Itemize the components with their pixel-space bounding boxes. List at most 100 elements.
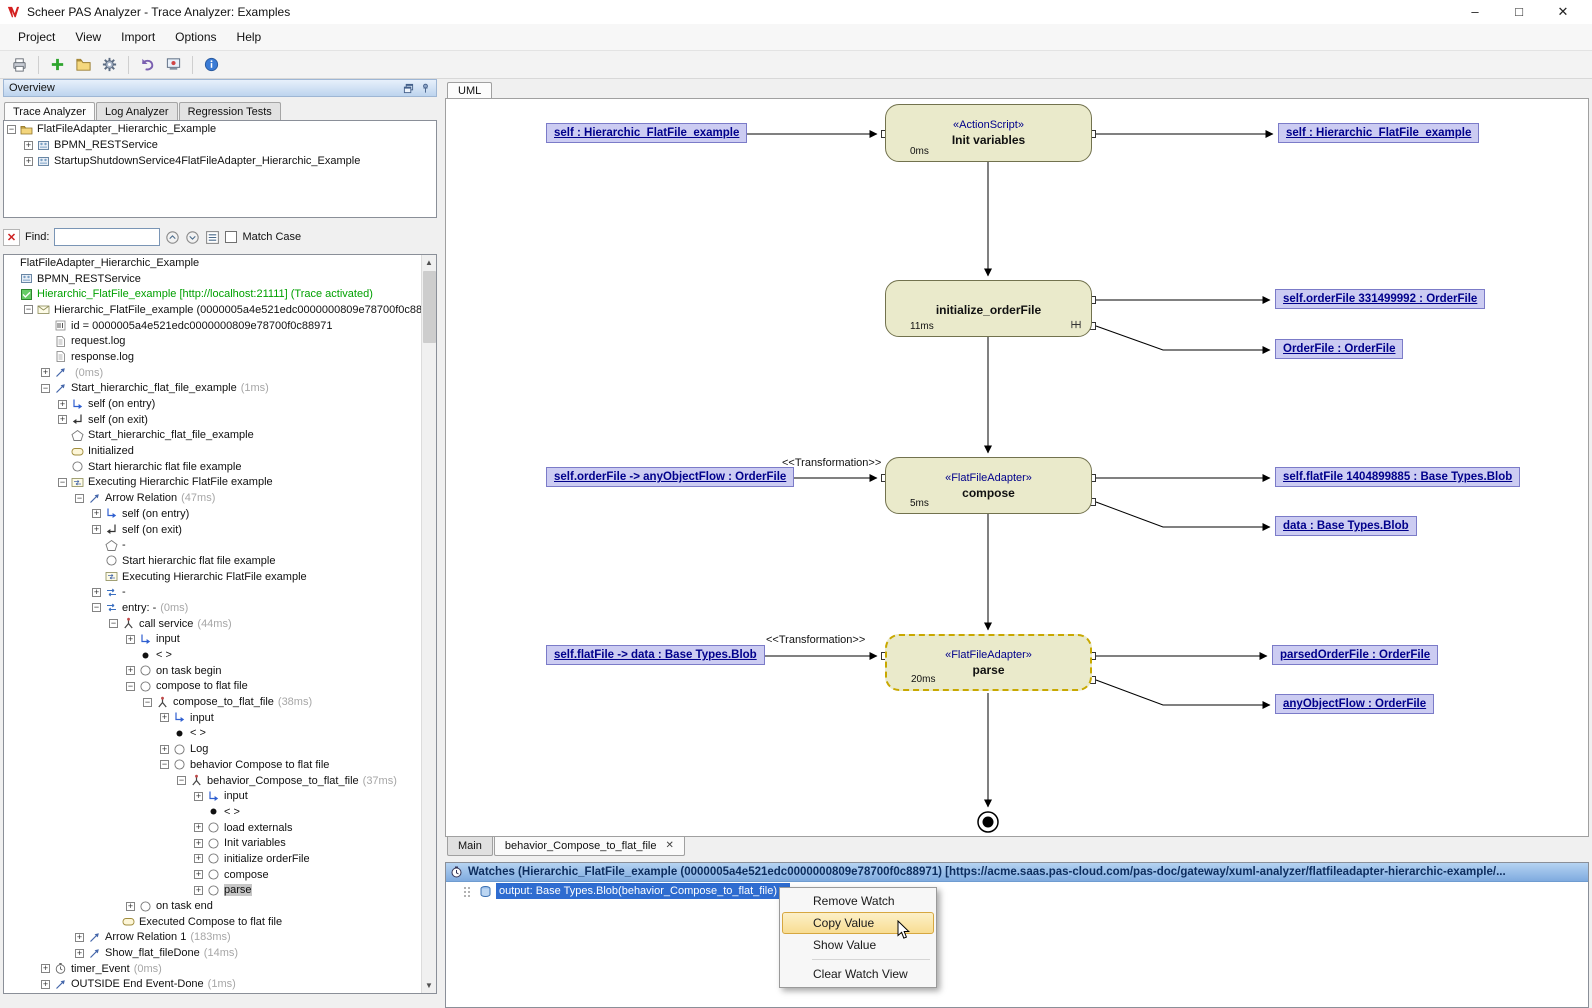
tree-item-label[interactable]: Init variables [224,837,286,849]
tree-item[interactable]: +self (on entry) [4,506,436,522]
tree-item-label[interactable]: FlatFileAdapter_Hierarchic_Example [37,123,216,135]
collapse-toggle-icon[interactable]: − [75,494,84,503]
expand-toggle-icon[interactable]: + [126,666,135,675]
tab-regression-tests[interactable]: Regression Tests [179,102,281,120]
tree-item-label[interactable]: Hierarchic_FlatFile_example [http://loca… [37,288,373,300]
tree-item[interactable]: + self (on entry) [4,396,436,412]
tree-item-label[interactable]: call service [139,618,193,630]
collapse-toggle-icon[interactable]: − [143,698,152,707]
pin-icon[interactable] [420,83,431,94]
tree-item[interactable]: +Arrow Relation 1(183ms) [4,930,436,946]
tree-item[interactable]: −compose to flat file [4,679,436,695]
tree-item-label[interactable]: Start_hierarchic_flat_file_example [88,429,254,441]
expand-toggle-icon[interactable]: + [194,870,203,879]
tree-item-label[interactable]: request.log [71,335,125,347]
expand-toggle-icon[interactable]: + [41,964,50,973]
collapse-toggle-icon[interactable]: − [160,760,169,769]
tree-item[interactable]: −Executing Hierarchic FlatFile example [4,475,436,491]
tree-item-label[interactable]: Executing Hierarchic FlatFile example [88,476,273,488]
tree-item-label[interactable]: Arrow Relation [105,492,177,504]
object-node-label[interactable]: self : Hierarchic_FlatFile_example [1278,123,1479,143]
tree-item[interactable]: −Hierarchic_FlatFile_example (0000005a4e… [4,302,436,318]
tree-item[interactable]: Hierarchic_FlatFile_example [http://loca… [4,286,436,302]
expand-toggle-icon[interactable]: + [194,839,203,848]
uml-node-compose[interactable]: «FlatFileAdapter»compose5ms [885,457,1092,514]
tree-item[interactable]: +parse [4,883,436,899]
collapse-toggle-icon[interactable]: − [41,384,50,393]
tree-item[interactable]: Start hierarchic flat file example [4,459,436,475]
expand-toggle-icon[interactable]: + [58,400,67,409]
tree-item[interactable]: + input [4,788,436,804]
uml-node-initialize-orderfile[interactable]: initialize_orderFile11ms [885,280,1092,337]
maximize-button[interactable]: □ [1502,4,1536,20]
expand-toggle-icon[interactable]: + [92,509,101,518]
scrollbar-thumb[interactable] [423,271,436,343]
print-button[interactable] [8,53,31,76]
tree-item[interactable]: + on task begin [4,663,436,679]
tree-item[interactable]: −compose_to_flat_file(38ms) [4,694,436,710]
tree-item[interactable]: −entry: -(0ms) [4,600,436,616]
watch-item[interactable]: output: Base Types.Blob(behavior_Compose… [446,882,1588,900]
tree-item-label[interactable]: Executed Compose to flat file [139,916,282,928]
expand-toggle-icon[interactable]: + [92,525,101,534]
menu-import[interactable]: Import [111,26,165,48]
tree-item-label[interactable]: on task begin [156,665,221,677]
tree-item-label[interactable]: < > [190,727,206,739]
open-button[interactable] [72,53,95,76]
tree-item-label[interactable]: response.log [71,351,134,363]
tree-item[interactable]: +initialize orderFile [4,851,436,867]
close-button[interactable]: ✕ [1546,4,1580,20]
expand-toggle-icon[interactable]: + [75,949,84,958]
tree-item-label[interactable]: < > [156,649,172,661]
object-node-label[interactable]: self.orderFile -> anyObjectFlow : OrderF… [546,467,794,487]
undo-button[interactable] [136,53,159,76]
tree-item-label[interactable]: compose to flat file [156,680,248,692]
expand-toggle-icon[interactable]: + [160,745,169,754]
tree-item-label[interactable]: self (on entry) [88,398,155,410]
tree-item[interactable]: +BPMN_RESTService [4,137,436,153]
tree-item-label[interactable]: Executing Hierarchic FlatFile example [122,571,307,583]
expand-toggle-icon[interactable]: + [92,588,101,597]
expand-toggle-icon[interactable]: + [194,792,203,801]
tree-item[interactable]: +input [4,710,436,726]
tree-item[interactable]: +timer_Event(0ms) [4,961,436,977]
trace-screen-button[interactable] [162,53,185,76]
tree-item[interactable]: +(0ms) [4,365,436,381]
tree-item-label[interactable]: BPMN_RESTService [37,273,141,285]
tree-item-label[interactable]: FlatFileAdapter_Hierarchic_Example [20,257,199,269]
minimize-button[interactable]: – [1458,4,1492,20]
tree-item[interactable]: Start hierarchic flat file example [4,553,436,569]
tree-item-label[interactable]: OUTSIDE End Event-Done [71,978,204,990]
tree-item[interactable]: FlatFileAdapter_Hierarchic_Example [4,255,436,271]
menu-item-clear-watch-view[interactable]: Clear Watch View [782,963,934,985]
tree-item[interactable]: < > [4,726,436,742]
object-node-label[interactable]: parsedOrderFile : OrderFile [1272,645,1438,665]
tree-item[interactable]: - [4,537,436,553]
add-button[interactable] [46,53,69,76]
tree-item-label[interactable]: Start hierarchic flat file example [122,555,275,567]
collapse-toggle-icon[interactable]: − [92,603,101,612]
expand-toggle-icon[interactable]: + [194,823,203,832]
tab-main[interactable]: Main [447,837,493,856]
tree-item-label[interactable]: < > [224,806,240,818]
info-button[interactable] [200,53,223,76]
tree-item[interactable]: +on task end [4,898,436,914]
menu-view[interactable]: View [65,26,111,48]
tree-item-label[interactable]: - [122,586,126,598]
scroll-down-icon[interactable]: ▼ [422,978,436,993]
tree-item[interactable]: +OUTSIDE End Event-Done(1ms) [4,977,436,993]
tree-item[interactable]: −FlatFileAdapter_Hierarchic_Example [4,121,436,137]
tree-item-label[interactable]: StartupShutdownService4FlatFileAdapter_H… [54,155,360,167]
menu-project[interactable]: Project [8,26,65,48]
tree-item-label[interactable]: compose [224,869,269,881]
tree-item[interactable]: +self (on exit) [4,522,436,538]
tree-item-label[interactable]: Hierarchic_FlatFile_example (0000005a4e5… [54,304,437,316]
menu-options[interactable]: Options [165,26,226,48]
watches-header[interactable]: Watches (Hierarchic_FlatFile_example (00… [446,863,1588,882]
object-node-label[interactable]: self.flatFile -> data : Base Types.Blob [546,645,765,665]
tree-item[interactable]: Start_hierarchic_flat_file_example [4,428,436,444]
find-input[interactable] [54,228,160,246]
tree-item[interactable]: +Show_flat_fileDone(14ms) [4,945,436,961]
tree-item[interactable]: −call service(44ms) [4,616,436,632]
tree-item-label[interactable]: input [224,790,248,802]
